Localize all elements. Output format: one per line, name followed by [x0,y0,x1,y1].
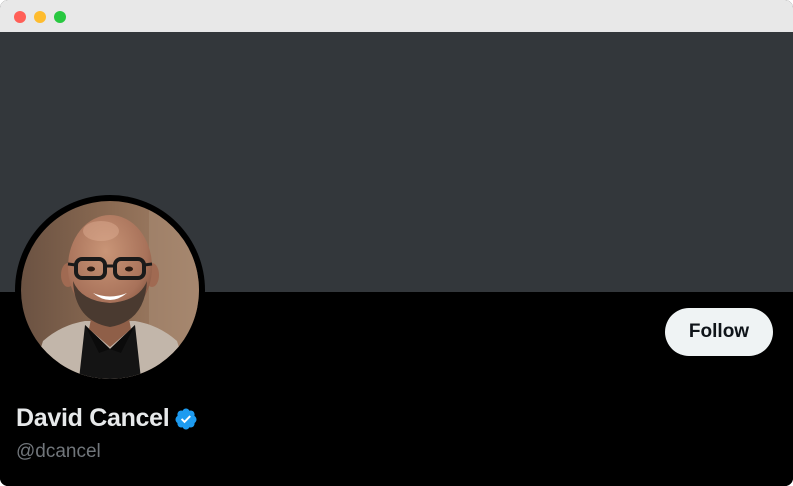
follow-button[interactable]: Follow [665,308,773,356]
browser-window: Follow David Cancel @dcancel [0,0,793,486]
close-window-button[interactable] [14,11,26,23]
profile-name-row: David Cancel [16,404,198,433]
profile-avatar[interactable] [15,195,205,385]
window-titlebar [0,0,793,32]
profile-handle: @dcancel [16,441,101,462]
maximize-window-button[interactable] [54,11,66,23]
avatar-photo [21,201,199,379]
verified-badge-icon[interactable] [174,407,198,431]
display-name: David Cancel [16,404,170,432]
minimize-window-button[interactable] [34,11,46,23]
